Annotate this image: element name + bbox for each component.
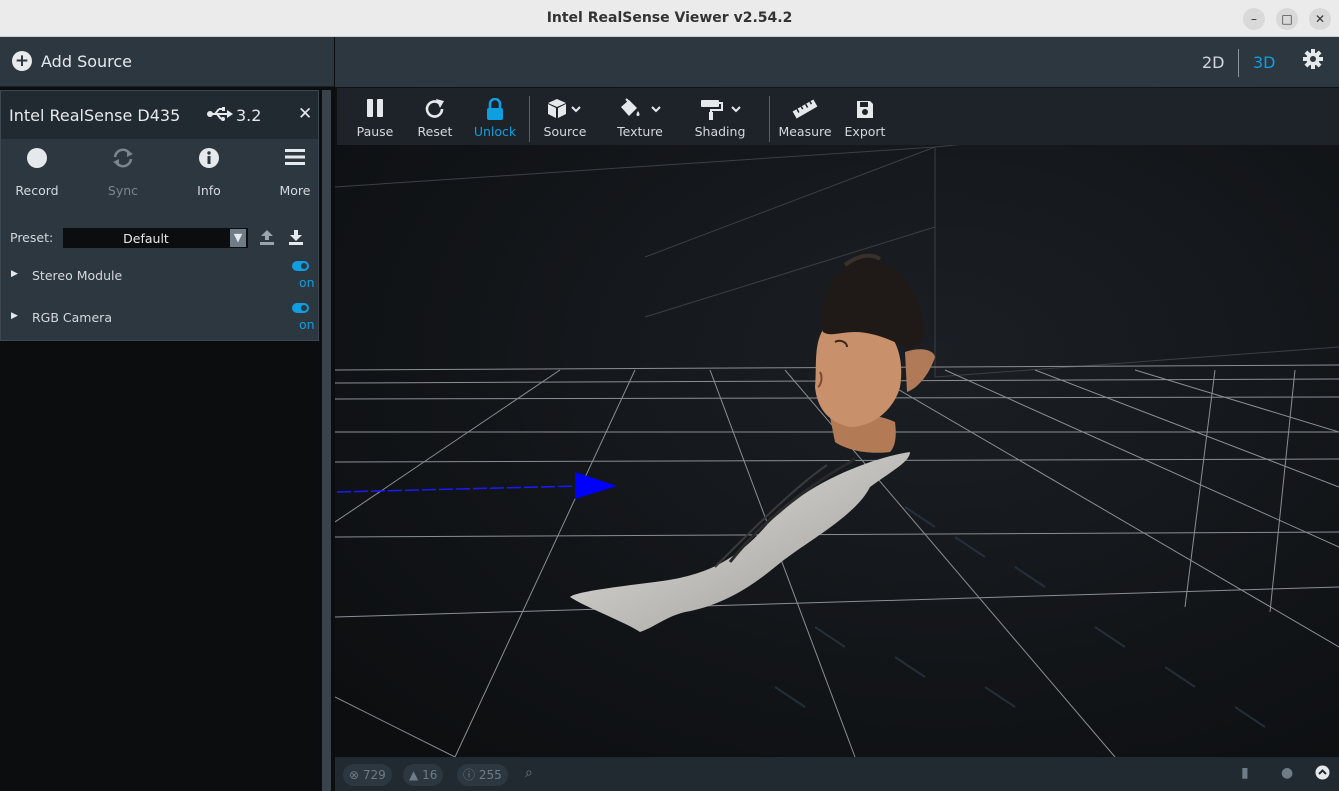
toolbar-separator xyxy=(529,96,530,142)
ruler-icon xyxy=(777,98,833,124)
paint-bucket-icon xyxy=(611,98,669,124)
expand-arrow-icon[interactable]: ▶ xyxy=(11,269,18,279)
usb-icon xyxy=(207,106,233,126)
mode-separator xyxy=(1238,49,1239,77)
info-label: Info xyxy=(197,183,221,198)
warning-count: 16 xyxy=(422,768,438,782)
close-device-button[interactable]: ✕ xyxy=(298,104,312,124)
sync-label: Sync xyxy=(107,183,139,198)
trash-icon[interactable]: ▮ xyxy=(1241,765,1249,781)
info-icon: ⓘ xyxy=(463,768,476,782)
warning-count-badge[interactable]: ▲ 16 xyxy=(403,764,444,786)
sidebar-scrollbar[interactable] xyxy=(322,90,331,791)
more-label: More xyxy=(279,183,311,198)
sensor-stereo-module[interactable]: ▶ Stereo Module on xyxy=(1,259,318,299)
sensor-name: RGB Camera xyxy=(32,310,112,325)
download-icon[interactable] xyxy=(289,229,303,249)
record-label: Record xyxy=(15,183,59,198)
pause-icon xyxy=(352,98,398,124)
close-window-button[interactable]: ✕ xyxy=(1309,8,1331,30)
minimize-button[interactable]: – xyxy=(1243,8,1265,30)
viewer-toolbar: Pause Reset Unlock Source Texture Shadin… xyxy=(337,88,1339,145)
measure-button[interactable]: Measure xyxy=(777,88,833,145)
pause-button[interactable]: Pause xyxy=(352,88,398,145)
mode-3d-button[interactable]: 3D xyxy=(1253,53,1276,72)
usb-version: 3.2 xyxy=(236,106,262,125)
texture-label: Texture xyxy=(617,124,663,139)
chevron-down-icon: ▼ xyxy=(230,229,246,247)
lock-icon xyxy=(471,97,519,124)
sensor-state: on xyxy=(299,317,315,332)
point-cloud-scene xyxy=(335,87,1339,757)
status-bar: ⊗ 729 ▲ 16 ⓘ 255 ⌕ ▮ ● xyxy=(335,757,1339,791)
preset-value: Default xyxy=(123,231,169,246)
reset-button[interactable]: Reset xyxy=(413,88,457,145)
unlock-label: Unlock xyxy=(473,124,517,139)
chevron-up-icon[interactable] xyxy=(1315,765,1330,784)
shading-label: Shading xyxy=(694,124,746,139)
info-count-badge[interactable]: ⓘ 255 xyxy=(457,764,508,786)
source-label: Source xyxy=(543,124,587,139)
sensor-toggle[interactable] xyxy=(292,261,309,271)
texture-dropdown[interactable]: Texture xyxy=(611,88,669,145)
title-bar: Intel RealSense Viewer v2.54.2 – □ ✕ xyxy=(0,0,1339,37)
3d-viewport[interactable] xyxy=(335,87,1339,757)
paint-roller-icon xyxy=(691,98,749,124)
source-dropdown[interactable]: Source xyxy=(535,88,595,145)
error-icon: ⊗ xyxy=(349,768,360,782)
device-header: Intel RealSense D435 3.2 ✕ xyxy=(1,91,318,139)
sync-button[interactable]: Sync xyxy=(88,147,158,198)
pause-label: Pause xyxy=(356,124,394,139)
device-name: Intel RealSense D435 xyxy=(9,106,181,125)
reset-icon xyxy=(413,98,457,124)
plus-icon: + xyxy=(12,51,32,71)
toolbar-separator xyxy=(769,96,770,142)
sync-icon xyxy=(88,147,158,173)
info-icon xyxy=(174,147,244,173)
shading-dropdown[interactable]: Shading xyxy=(691,88,749,145)
gear-icon[interactable] xyxy=(1303,49,1323,74)
info-button[interactable]: Info xyxy=(174,147,244,198)
sensor-state: on xyxy=(299,275,315,290)
menu-icon xyxy=(260,147,330,173)
droplet-icon[interactable]: ● xyxy=(1281,765,1293,781)
info-count: 255 xyxy=(478,768,502,782)
add-source-label: Add Source xyxy=(41,52,133,71)
warning-icon: ▲ xyxy=(409,768,419,782)
error-count-badge[interactable]: ⊗ 729 xyxy=(343,764,392,786)
mode-2d-button[interactable]: 2D xyxy=(1202,53,1225,72)
preset-label: Preset: xyxy=(10,230,54,245)
cube-icon xyxy=(535,98,595,124)
reset-label: Reset xyxy=(417,124,453,139)
record-button[interactable]: Record xyxy=(2,147,72,198)
sensor-rgb-camera[interactable]: ▶ RGB Camera on xyxy=(1,301,318,341)
sensor-name: Stereo Module xyxy=(32,268,123,283)
save-icon xyxy=(841,98,889,124)
upload-icon[interactable] xyxy=(260,229,274,249)
maximize-button[interactable]: □ xyxy=(1276,8,1298,30)
export-label: Export xyxy=(844,124,886,139)
search-icon[interactable]: ⌕ xyxy=(525,765,533,781)
measure-label: Measure xyxy=(778,124,832,139)
window-title: Intel RealSense Viewer v2.54.2 xyxy=(546,10,793,26)
more-button[interactable]: More xyxy=(260,147,330,198)
record-icon xyxy=(2,147,72,173)
export-button[interactable]: Export xyxy=(841,88,889,145)
unlock-button[interactable]: Unlock xyxy=(471,88,519,145)
error-count: 729 xyxy=(362,768,386,782)
device-panel: Intel RealSense D435 3.2 ✕ Record Sync I… xyxy=(0,90,319,341)
sensor-toggle[interactable] xyxy=(292,303,309,313)
view-mode-bar: 2D 3D xyxy=(335,37,1339,87)
expand-arrow-icon[interactable]: ▶ xyxy=(11,311,18,321)
add-source-button[interactable]: + Add Source xyxy=(0,37,334,87)
preset-select[interactable]: Default ▼ xyxy=(63,228,248,248)
